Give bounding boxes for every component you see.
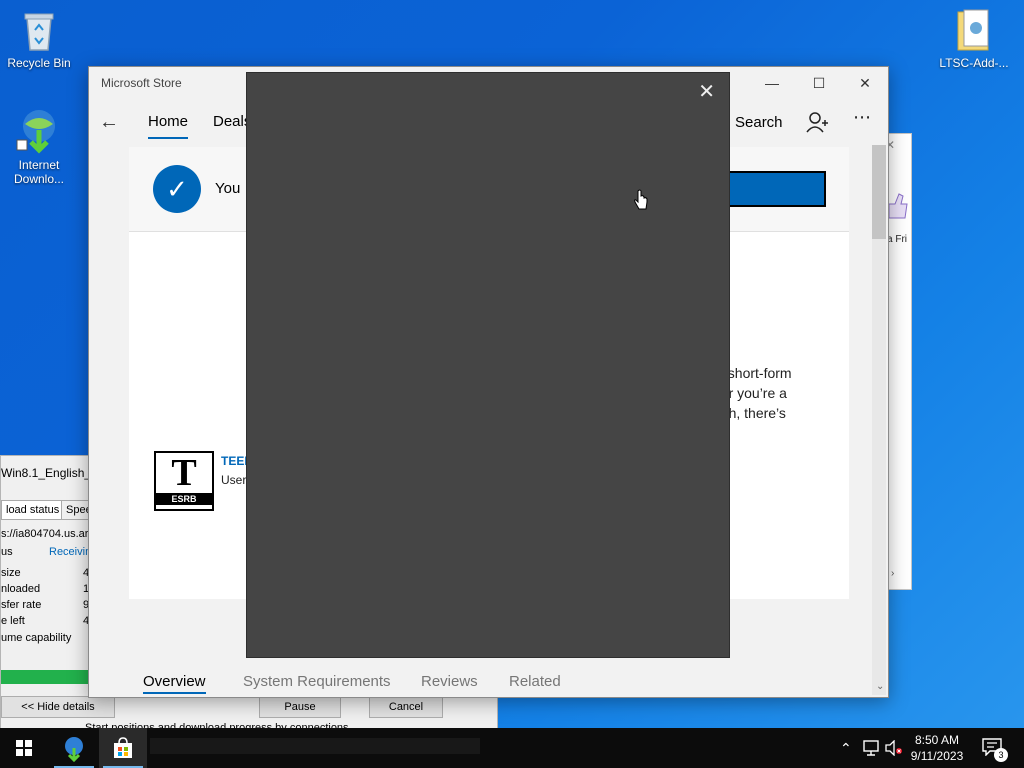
volume-muted-icon[interactable] [885, 740, 903, 756]
document-folder-icon [957, 9, 989, 51]
idm-status-value: Receivin [49, 546, 92, 558]
notification-count-badge: 3 [994, 748, 1008, 762]
description-line: her you’re a [713, 385, 787, 401]
product-section-tabs: Overview System Requirements Reviews Rel… [89, 671, 888, 697]
desktop-icon-label: LTSC-Add-... [939, 56, 1009, 70]
cancel-button[interactable]: Cancel [369, 696, 443, 718]
desktop-icon-recycle-bin[interactable]: Recycle Bin [1, 8, 77, 70]
idm-icon [65, 737, 83, 763]
dark-modal-dialog[interactable]: ✕ [246, 72, 730, 658]
pause-button[interactable]: Pause [259, 696, 341, 718]
owned-banner-text: You [215, 180, 241, 197]
esrb-rating-badge: T ESRB [154, 451, 214, 511]
rating-subtext: User [221, 473, 247, 487]
nav-tab-home[interactable]: Home [148, 113, 189, 139]
tab-reviews[interactable]: Reviews [421, 673, 478, 690]
search-button[interactable]: Search [735, 114, 783, 131]
action-center-button[interactable]: 3 [982, 738, 1008, 762]
tab-system-requirements[interactable]: System Requirements [243, 673, 391, 690]
scrollbar-thumb[interactable] [872, 145, 886, 239]
idm-row-label: sfer rate [1, 599, 42, 611]
desktop-icon-label: Recycle Bin [7, 56, 71, 70]
tab-download-status[interactable]: load status [1, 500, 67, 520]
hide-details-button[interactable]: << Hide details [1, 696, 115, 718]
desktop-icon-ltsc[interactable]: LTSC-Add-... [936, 8, 1012, 70]
idm-status-label: us [1, 546, 13, 558]
show-hidden-icons-chevron-icon[interactable]: ⌃ [840, 740, 852, 757]
description-line: ugh, there’s [713, 405, 786, 421]
store-window-title: Microsoft Store [101, 76, 182, 90]
idm-progress-bar [1, 670, 91, 684]
taskbar-progress-strip [150, 738, 480, 754]
taskbar-store-button[interactable] [99, 728, 147, 768]
modal-close-icon[interactable]: ✕ [698, 79, 715, 104]
checkmark-icon: ✓ [153, 165, 201, 213]
desktop-icon-idm[interactable]: Internet Downlo... [1, 106, 77, 186]
taskbar: ⌃ 8:50 AM 9/11/2023 3 [0, 728, 1024, 768]
maximize-button[interactable]: ☐ [804, 71, 834, 95]
clock-date: 9/11/2023 [910, 749, 964, 763]
idm-url: s://ia804704.us.ar [1, 528, 89, 540]
account-icon[interactable] [806, 111, 828, 133]
idm-window-title: Win8.1_English_x [1, 466, 98, 480]
explorer-scroll-right-icon[interactable]: › [891, 568, 894, 579]
store-scrollbar[interactable] [872, 145, 886, 695]
desktop-icon-label: Internet Downlo... [13, 158, 65, 186]
windows-start-icon[interactable] [0, 728, 48, 768]
back-arrow-icon[interactable]: ← [99, 111, 119, 134]
idm-row-label: size [1, 567, 21, 579]
idm-row-label: ume capability [1, 632, 72, 644]
more-options-icon[interactable]: ⋯ [853, 107, 871, 128]
hand-cursor-icon [634, 189, 648, 210]
primary-action-button[interactable] [726, 171, 826, 207]
esrb-letter: T [171, 452, 197, 494]
product-description: k, short-form her you’re a ugh, there’s [713, 363, 849, 423]
taskbar-idm-button[interactable] [50, 728, 98, 768]
description-line: k, short-form [713, 365, 792, 381]
network-icon[interactable] [862, 740, 880, 756]
tab-related[interactable]: Related [509, 673, 561, 690]
system-clock[interactable]: 8:50 AM 9/11/2023 [902, 732, 972, 764]
tab-overview[interactable]: Overview [143, 673, 206, 694]
recycle-bin-icon [24, 13, 54, 51]
idm-row-label: nloaded [1, 583, 41, 595]
close-window-button[interactable]: ✕ [850, 71, 880, 95]
store-bag-icon [114, 737, 132, 758]
explorer-fragment-text: a Fri [887, 234, 907, 245]
idm-icon [16, 110, 55, 154]
idm-row-label: e left [1, 615, 25, 627]
esrb-text: ESRB [156, 493, 212, 505]
clock-time: 8:50 AM [914, 733, 960, 747]
minimize-button[interactable]: — [757, 71, 787, 95]
